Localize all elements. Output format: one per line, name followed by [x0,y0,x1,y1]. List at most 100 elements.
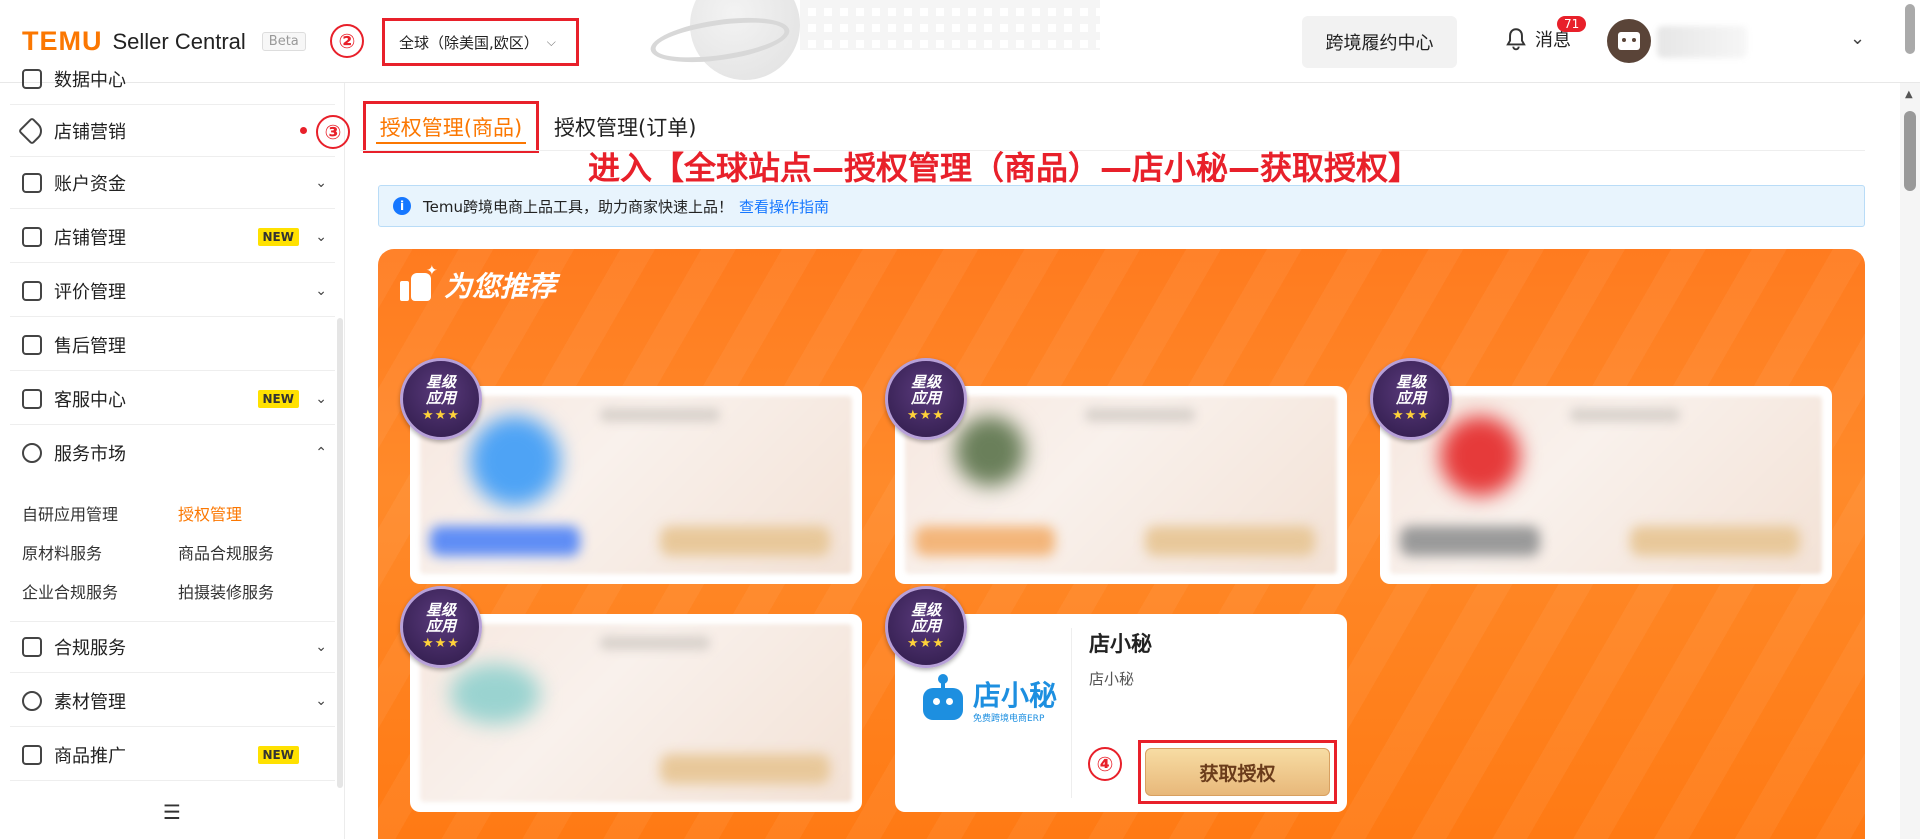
instruction-annotation: 进入【全球站点—授权管理（商品）—店小秘—获取授权】 [588,149,1421,187]
chevron-down-icon: ⌄ [315,282,327,299]
app-card-blurred[interactable]: 星级 应用 ★★★ [1370,358,1832,584]
step-2-marker: ② [330,24,364,58]
sidebar-item-store-marketing[interactable]: 店铺营销 [10,105,335,157]
document-icon [22,637,42,657]
recommend-title-text: 为您推荐 [444,270,557,303]
scroll-up-icon[interactable]: ▲ [1905,89,1913,100]
sub-link-photo-decor[interactable]: 拍摄装修服务 [178,579,274,603]
review-icon [22,280,42,301]
step-4-marker: ④ [1088,747,1122,781]
shapes-icon [22,690,42,711]
sub-link-enterprise-compliance[interactable]: 企业合规服务 [22,579,118,603]
chevron-down-icon: ⌄ [315,390,327,407]
sidebar-item-label: 客服中心 [54,389,126,411]
chevron-down-icon: ⌄ [315,174,327,191]
chart-icon [22,68,42,89]
chevron-up-icon: ⌃ [315,445,327,461]
new-badge: NEW [257,227,299,246]
sidebar-item-customer-service[interactable]: 客服中心 NEW ⌄ [10,373,335,425]
chevron-down-icon: ⌵ [546,34,556,49]
messages-count-badge: 71 [1557,16,1587,32]
site-selector[interactable]: 全球（除美国,欧区） ⌵ [382,18,579,66]
sidebar-item-store-management[interactable]: 店铺管理 NEW ⌄ [10,211,335,263]
recommend-title: ✦ 为您推荐 [400,263,557,305]
chevron-down-icon: ⌄ [315,639,327,655]
new-badge: NEW [257,389,299,408]
info-banner: i Temu跨境电商上品工具，助力商家快速上品！ 查看操作指南 [378,185,1865,227]
app-card-blurred[interactable]: 星级 应用 ★★★ [400,358,862,584]
info-icon: i [393,197,411,215]
chevron-down-icon: ⌄ [315,228,327,245]
return-icon [22,334,42,355]
step-3-marker: ③ [316,115,350,149]
chevron-down-icon[interactable]: ⌄ [1850,28,1865,49]
thumbs-up-icon: ✦ [400,263,438,303]
fulfillment-center-button[interactable]: 跨境履约中心 [1302,16,1457,68]
sidebar: 数据中心 店铺营销 ③ 账户资金 ⌄ 店铺管理 NEW ⌄ 评价管理 ⌄ 售后管… [0,68,350,839]
sidebar-item-materials[interactable]: 素材管理 ⌄ [10,675,335,727]
app-card-blurred[interactable]: 星级 应用 ★★★ [885,358,1347,584]
banner-text: Temu跨境电商上品工具，助力商家快速上品！ [423,197,733,216]
bell-icon [1506,28,1526,51]
star-app-badge: 星级 应用 ★★★ [400,358,482,440]
sub-link-product-compliance[interactable]: 商品合规服务 [178,540,274,564]
sidebar-item-account-funds[interactable]: 账户资金 ⌄ [10,157,335,209]
star-app-badge: 星级 应用 ★★★ [1370,358,1452,440]
sidebar-item-label: 售后管理 [54,335,126,357]
tag-icon [17,116,47,145]
collapse-menu-icon[interactable]: ☰ [163,800,181,824]
sub-link-raw-materials[interactable]: 原材料服务 [22,540,102,564]
tab-authorization-product[interactable]: 授权管理(商品) [363,101,539,153]
header-scrollbar-thumb[interactable] [1905,4,1915,54]
messages-button[interactable]: 消息 71 [1503,16,1587,52]
sidebar-item-review-management[interactable]: 评价管理 ⌄ [10,265,335,317]
store-icon [1618,32,1640,50]
app-title: 店小秘 [1089,632,1152,656]
sidebar-item-product-promotion[interactable]: 商品推广 NEW [10,729,335,781]
logo-text: 店小秘 [973,678,1058,712]
recommendation-panel: ✦ 为您推荐 星级 应用 ★★★ 星级 应用 ★★★ 星级 应用 ★★★ 星级 应用 ★★★ [378,249,1865,839]
sidebar-item-label: 数据中心 [54,69,126,91]
chat-icon [22,388,42,409]
store-icon [22,226,42,247]
avatar[interactable] [1607,19,1651,63]
scrollbar-thumb[interactable] [1904,111,1916,191]
sidebar-item-label: 素材管理 [54,691,126,713]
logo-subtext: 免费跨境电商ERP [973,713,1045,724]
operation-guide-link[interactable]: 查看操作指南 [739,196,829,217]
sidebar-scrollbar[interactable] [337,318,343,788]
sidebar-item-label: 商品推广 [54,745,126,767]
logo-product: Seller Central [112,28,246,54]
star-app-badge: 星级 应用 ★★★ [885,358,967,440]
sub-link-self-dev-apps[interactable]: 自研应用管理 [22,501,118,525]
dianxiaomi-logo: 店小秘 免费跨境电商ERP [919,674,1058,726]
robot-icon [919,674,967,726]
wallet-icon [22,172,42,193]
sidebar-item-label: 店铺管理 [54,227,126,249]
get-authorization-button[interactable]: 获取授权 [1145,748,1330,796]
sidebar-item-compliance[interactable]: 合规服务 ⌄ [10,621,335,673]
red-dot-indicator [300,127,307,134]
sidebar-item-label: 合规服务 [54,638,126,659]
card-divider [1071,628,1072,798]
sidebar-item-label: 评价管理 [54,281,126,303]
app-subtitle: 店小秘 [1089,670,1135,688]
site-selector-value: 全球（除美国,欧区） [399,33,539,52]
user-name-blurred [1657,26,1747,58]
sidebar-item-label: 账户资金 [54,173,126,195]
sidebar-item-service-market[interactable]: 服务市场 ⌃ [10,427,335,479]
star-app-badge: 星级 应用 ★★★ [885,586,967,668]
ad-icon [22,744,42,765]
beta-badge: Beta [261,32,306,51]
sidebar-item-after-sales[interactable]: 售后管理 [10,319,335,371]
star-app-badge: 星级 应用 ★★★ [400,586,482,668]
chevron-down-icon: ⌄ [315,692,327,709]
sidebar-item-data-center[interactable]: 数据中心 [10,53,335,105]
sidebar-item-label: 服务市场 [54,444,126,465]
sub-link-authorization[interactable]: 授权管理 [178,501,242,525]
app-card-dianxiaomi[interactable]: 星级 应用 ★★★ 店小秘 免费跨境电商ERP 店小秘 店小秘 ④ 获取授权 [885,586,1347,812]
globe-decoration [650,0,1110,83]
page-scrollbar[interactable]: ▲ [1900,83,1920,839]
new-badge: NEW [257,745,299,764]
app-card-blurred[interactable]: 星级 应用 ★★★ [400,586,862,812]
